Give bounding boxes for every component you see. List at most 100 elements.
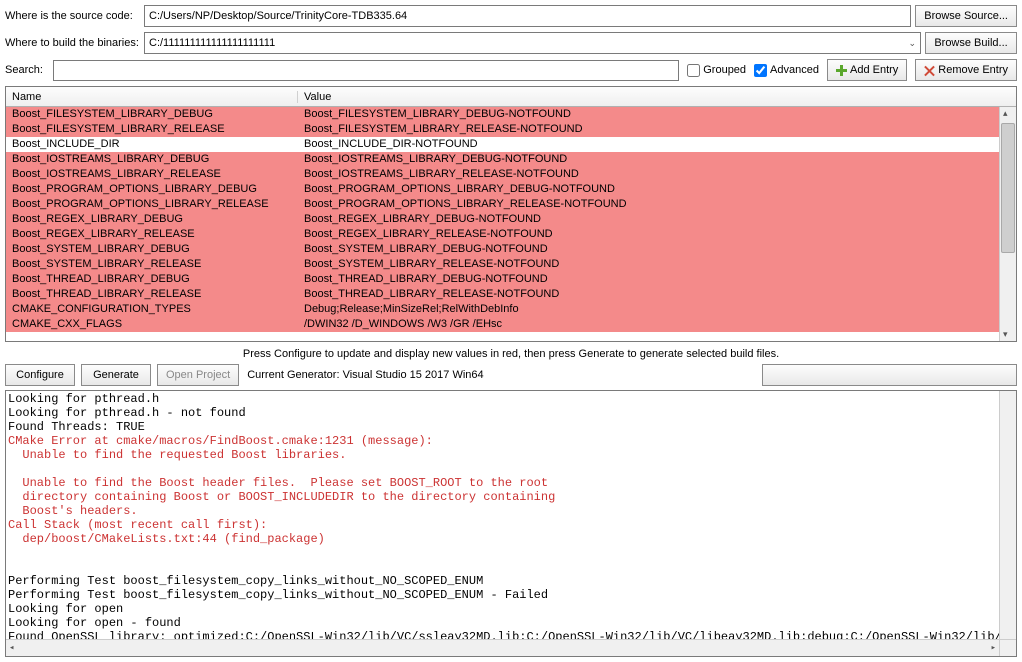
build-path-text: C:/111111111111111111111 [149, 37, 275, 49]
progress-bar [762, 364, 1017, 386]
log-line [8, 546, 999, 560]
cache-name: Boost_INCLUDE_DIR [6, 137, 298, 152]
advanced-label: Advanced [770, 64, 819, 76]
hint-text: Press Configure to update and display ne… [5, 348, 1017, 360]
cache-name: Boost_SYSTEM_LIBRARY_DEBUG [6, 242, 298, 257]
log-line: Call Stack (most recent call first): [8, 518, 999, 532]
cache-row[interactable]: CMAKE_CXX_FLAGS/DWIN32 /D_WINDOWS /W3 /G… [6, 317, 999, 332]
cache-value: Debug;Release;MinSizeRel;RelWithDebInfo [298, 302, 999, 317]
cache-value: Boost_PROGRAM_OPTIONS_LIBRARY_RELEASE-NO… [298, 197, 999, 212]
advanced-checkbox-input[interactable] [754, 64, 767, 77]
cache-name: CMAKE_CONFIGURATION_TYPES [6, 302, 298, 317]
grouped-checkbox[interactable]: Grouped [687, 64, 746, 77]
cache-scrollbar[interactable]: ▴ ▾ [999, 107, 1016, 341]
cache-value: Boost_INCLUDE_DIR-NOTFOUND [298, 137, 999, 152]
cache-row[interactable]: Boost_PROGRAM_OPTIONS_LIBRARY_DEBUGBoost… [6, 182, 999, 197]
log-line: Looking for open [8, 602, 999, 616]
cache-row[interactable]: Boost_INCLUDE_DIRBoost_INCLUDE_DIR-NOTFO… [6, 137, 999, 152]
browse-build-button[interactable]: Browse Build... [925, 32, 1017, 54]
cache-value: Boost_PROGRAM_OPTIONS_LIBRARY_DEBUG-NOTF… [298, 182, 999, 197]
scroll-thumb[interactable] [1001, 123, 1015, 253]
cache-value: Boost_THREAD_LIBRARY_DEBUG-NOTFOUND [298, 272, 999, 287]
cache-value: Boost_REGEX_LIBRARY_RELEASE-NOTFOUND [298, 227, 999, 242]
cache-row[interactable]: Boost_REGEX_LIBRARY_RELEASEBoost_REGEX_L… [6, 227, 999, 242]
cache-row[interactable]: Boost_THREAD_LIBRARY_RELEASEBoost_THREAD… [6, 287, 999, 302]
source-path-input[interactable] [144, 5, 911, 27]
column-header-value[interactable]: Value [298, 91, 1016, 103]
open-project-button: Open Project [157, 364, 239, 386]
generate-button[interactable]: Generate [81, 364, 151, 386]
cache-value: Boost_IOSTREAMS_LIBRARY_RELEASE-NOTFOUND [298, 167, 999, 182]
cache-table: Name Value Boost_FILESYSTEM_LIBRARY_DEBU… [5, 86, 1017, 342]
source-label: Where is the source code: [5, 10, 140, 22]
scroll-down-icon[interactable]: ▾ [1003, 329, 1008, 340]
cache-row[interactable]: Boost_REGEX_LIBRARY_DEBUGBoost_REGEX_LIB… [6, 212, 999, 227]
log-line: Found Threads: TRUE [8, 420, 999, 434]
cache-name: CMAKE_CXX_FLAGS [6, 317, 298, 332]
log-output: Looking for pthread.hLooking for pthread… [5, 390, 1017, 657]
remove-entry-button[interactable]: Remove Entry [915, 59, 1017, 81]
log-hscrollbar[interactable]: ◂ ▸ [6, 639, 999, 656]
add-entry-button[interactable]: Add Entry [827, 59, 907, 81]
cache-value: Boost_SYSTEM_LIBRARY_DEBUG-NOTFOUND [298, 242, 999, 257]
current-generator-label: Current Generator: Visual Studio 15 2017… [247, 369, 483, 381]
cache-value: Boost_FILESYSTEM_LIBRARY_DEBUG-NOTFOUND [298, 107, 999, 122]
cache-row[interactable]: Boost_FILESYSTEM_LIBRARY_RELEASEBoost_FI… [6, 122, 999, 137]
build-path-combo[interactable]: C:/111111111111111111111 ⌄ [144, 32, 921, 54]
plus-icon [836, 65, 847, 76]
cache-row[interactable]: Boost_FILESYSTEM_LIBRARY_DEBUGBoost_FILE… [6, 107, 999, 122]
scroll-up-icon[interactable]: ▴ [1003, 108, 1008, 119]
cache-name: Boost_REGEX_LIBRARY_RELEASE [6, 227, 298, 242]
log-line: CMake Error at cmake/macros/FindBoost.cm… [8, 434, 999, 448]
search-input[interactable] [53, 60, 679, 81]
configure-button[interactable]: Configure [5, 364, 75, 386]
scroll-left-icon[interactable]: ◂ [6, 641, 17, 655]
cache-name: Boost_IOSTREAMS_LIBRARY_DEBUG [6, 152, 298, 167]
log-line: Performing Test boost_filesystem_copy_li… [8, 574, 999, 588]
cache-row[interactable]: Boost_PROGRAM_OPTIONS_LIBRARY_RELEASEBoo… [6, 197, 999, 212]
cache-row[interactable]: Boost_SYSTEM_LIBRARY_RELEASEBoost_SYSTEM… [6, 257, 999, 272]
build-label: Where to build the binaries: [5, 37, 140, 49]
cache-row[interactable]: Boost_THREAD_LIBRARY_DEBUGBoost_THREAD_L… [6, 272, 999, 287]
cache-value: /DWIN32 /D_WINDOWS /W3 /GR /EHsc [298, 317, 999, 332]
scroll-corner [999, 639, 1016, 656]
cache-name: Boost_THREAD_LIBRARY_RELEASE [6, 287, 298, 302]
cache-row[interactable]: CMAKE_CONFIGURATION_TYPESDebug;Release;M… [6, 302, 999, 317]
advanced-checkbox[interactable]: Advanced [754, 64, 819, 77]
cache-name: Boost_SYSTEM_LIBRARY_RELEASE [6, 257, 298, 272]
browse-source-button[interactable]: Browse Source... [915, 5, 1017, 27]
log-line [8, 462, 999, 476]
cache-value: Boost_SYSTEM_LIBRARY_RELEASE-NOTFOUND [298, 257, 999, 272]
grouped-checkbox-input[interactable] [687, 64, 700, 77]
cache-row[interactable]: Boost_IOSTREAMS_LIBRARY_RELEASEBoost_IOS… [6, 167, 999, 182]
log-line: Performing Test boost_filesystem_copy_li… [8, 588, 999, 602]
log-line: Unable to find the requested Boost libra… [8, 448, 999, 462]
search-label: Search: [5, 64, 45, 76]
log-line: Looking for pthread.h - not found [8, 406, 999, 420]
cache-value: Boost_REGEX_LIBRARY_DEBUG-NOTFOUND [298, 212, 999, 227]
chevron-down-icon: ⌄ [908, 38, 916, 49]
log-line [8, 560, 999, 574]
cache-name: Boost_PROGRAM_OPTIONS_LIBRARY_DEBUG [6, 182, 298, 197]
log-vscrollbar[interactable] [999, 391, 1016, 639]
cache-name: Boost_REGEX_LIBRARY_DEBUG [6, 212, 298, 227]
cache-name: Boost_IOSTREAMS_LIBRARY_RELEASE [6, 167, 298, 182]
log-line: Boost's headers. [8, 504, 999, 518]
cache-value: Boost_THREAD_LIBRARY_RELEASE-NOTFOUND [298, 287, 999, 302]
cache-name: Boost_PROGRAM_OPTIONS_LIBRARY_RELEASE [6, 197, 298, 212]
cache-row[interactable]: Boost_SYSTEM_LIBRARY_DEBUGBoost_SYSTEM_L… [6, 242, 999, 257]
log-line: Looking for open - found [8, 616, 999, 630]
cache-name: Boost_FILESYSTEM_LIBRARY_RELEASE [6, 122, 298, 137]
log-line: Unable to find the Boost header files. P… [8, 476, 999, 490]
grouped-label: Grouped [703, 64, 746, 76]
cache-value: Boost_IOSTREAMS_LIBRARY_DEBUG-NOTFOUND [298, 152, 999, 167]
cache-row[interactable]: Boost_IOSTREAMS_LIBRARY_DEBUGBoost_IOSTR… [6, 152, 999, 167]
log-line: dep/boost/CMakeLists.txt:44 (find_packag… [8, 532, 999, 546]
scroll-right-icon[interactable]: ▸ [988, 641, 999, 655]
log-line: Found OpenSSL library: optimized;C:/Open… [8, 630, 999, 639]
column-header-name[interactable]: Name [6, 91, 298, 103]
log-line: Looking for pthread.h [8, 392, 999, 406]
delete-icon [924, 65, 935, 76]
cache-name: Boost_THREAD_LIBRARY_DEBUG [6, 272, 298, 287]
log-line: directory containing Boost or BOOST_INCL… [8, 490, 999, 504]
